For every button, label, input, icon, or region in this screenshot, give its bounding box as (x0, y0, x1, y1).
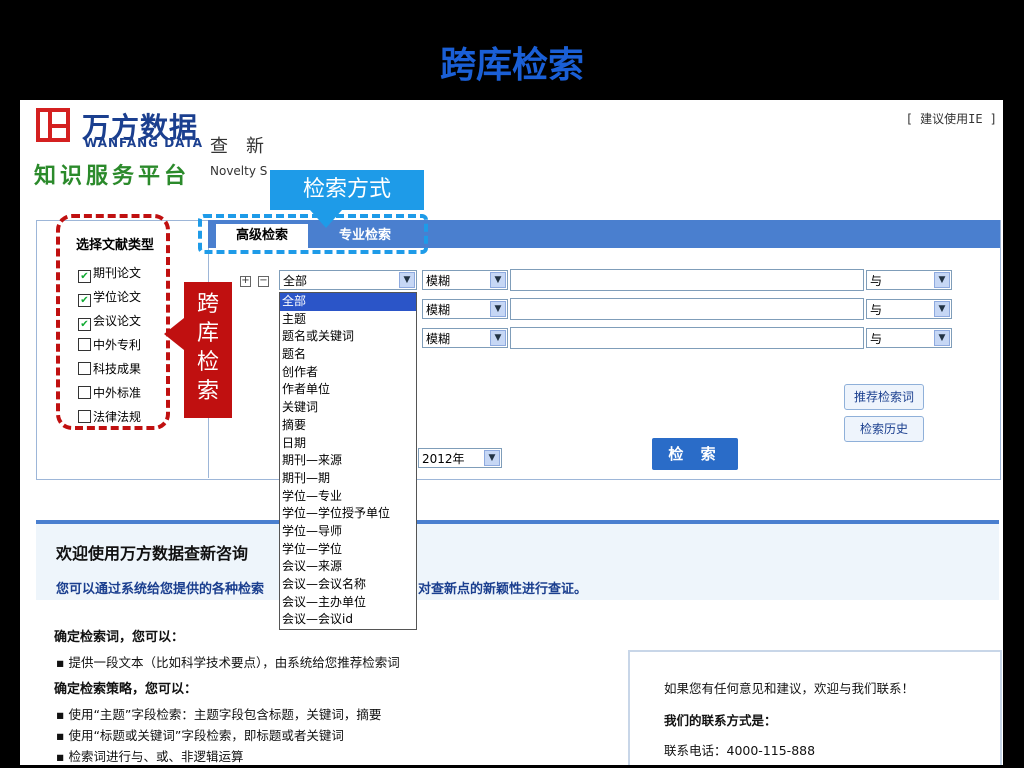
dropdown-option[interactable]: 摘要 (280, 417, 416, 435)
dropdown-option[interactable]: 创作者 (280, 364, 416, 382)
cross-db-callout: 跨 库 检 索 (184, 282, 232, 418)
dropdown-option[interactable]: 学位—专业 (280, 488, 416, 506)
expand-icon[interactable]: + (240, 276, 251, 287)
chevron-down-icon[interactable]: ▼ (934, 272, 950, 288)
field-dropdown-list[interactable]: 全部 主题 题名或关键词 题名 创作者 作者单位 关键词 摘要 日期 期刊—来源… (279, 292, 417, 630)
year-select[interactable]: 2012年 ▼ (418, 448, 502, 468)
field-select[interactable]: 全部 ▼ (279, 270, 417, 290)
search-input[interactable] (510, 298, 864, 320)
chevron-down-icon[interactable]: ▼ (490, 301, 506, 317)
dropdown-option[interactable]: 会议—主办单位 (280, 594, 416, 612)
callout-char: 索 (196, 379, 219, 404)
dropdown-option[interactable]: 学位—导师 (280, 523, 416, 541)
welcome-title: 欢迎使用万方数据查新咨询 (56, 544, 249, 563)
welcome-subtitle: 您可以通过系统给您提供的各种检索 (56, 582, 265, 597)
contact-intro: 如果您有任何意见和建议，欢迎与我们联系！ (664, 681, 915, 696)
logic-select[interactable]: 与 ▼ (866, 270, 952, 290)
callout-pointer (164, 318, 184, 350)
dropdown-option[interactable]: 题名或关键词 (280, 328, 416, 346)
search-button[interactable]: 检 索 (652, 438, 738, 470)
product-name-cn: 查新 (210, 136, 282, 157)
platform-name: 知识服务平台 (34, 163, 191, 189)
dropdown-option[interactable]: 关键词 (280, 399, 416, 417)
search-mode-callout: 检索方式 (270, 170, 424, 210)
guide-section-title: 确定检索策略，您可以： (54, 682, 198, 697)
collapse-icon[interactable]: − (258, 276, 269, 287)
logic-select[interactable]: 与 ▼ (866, 299, 952, 319)
chevron-down-icon[interactable]: ▼ (490, 330, 506, 346)
dropdown-option[interactable]: 主题 (280, 311, 416, 329)
dropdown-option[interactable]: 题名 (280, 346, 416, 364)
wanfang-logo-icon (36, 108, 70, 142)
recommend-terms-button[interactable]: 推荐检索词 (844, 384, 924, 410)
dropdown-option[interactable]: 学位—学位 (280, 541, 416, 559)
match-select[interactable]: 模糊 ▼ (422, 270, 508, 290)
dropdown-option[interactable]: 作者单位 (280, 381, 416, 399)
dropdown-option[interactable]: 期刊—期 (280, 470, 416, 488)
welcome-subtitle-end: 对查新点的新颖性进行查证。 (418, 582, 588, 597)
contact-phone: 联系电话：4000-115-888 (664, 743, 816, 758)
guide-item: 使用“主题”字段检索：主题字段包含标题，关键词，摘要 (56, 704, 381, 723)
dropdown-option[interactable]: 学位—学位授予单位 (280, 505, 416, 523)
dropdown-option[interactable]: 日期 (280, 435, 416, 453)
search-input[interactable] (510, 327, 864, 349)
logo-name-en: WANFANG DATA (84, 136, 204, 150)
slide-title: 跨库检索 (439, 45, 584, 86)
contact-title: 我们的联系方式是： (664, 713, 777, 728)
browser-screenshot: 万方数据 WANFANG DATA 知识服务平台 查新 Novelty S [ … (20, 100, 1003, 765)
callout-pointer (310, 210, 342, 228)
guide-item: 使用“标题或关键词”字段检索，即标题或者关键词 (56, 725, 343, 744)
callout-char: 跨 (196, 292, 219, 317)
chevron-down-icon[interactable]: ▼ (484, 450, 500, 466)
callout-char: 检 (196, 350, 219, 375)
chevron-down-icon[interactable]: ▼ (399, 272, 415, 288)
callout-char: 库 (196, 321, 219, 346)
chevron-down-icon[interactable]: ▼ (490, 272, 506, 288)
dropdown-option[interactable]: 期刊—来源 (280, 452, 416, 470)
dropdown-option[interactable]: 会议—来源 (280, 558, 416, 576)
dropdown-option[interactable]: 全部 (280, 293, 416, 311)
doc-type-highlight (56, 214, 170, 430)
match-select[interactable]: 模糊 ▼ (422, 299, 508, 319)
chevron-down-icon[interactable]: ▼ (934, 301, 950, 317)
search-input[interactable] (510, 269, 864, 291)
chevron-down-icon[interactable]: ▼ (934, 330, 950, 346)
browser-suggestion: [ 建议使用IE ] (905, 112, 997, 126)
logic-select[interactable]: 与 ▼ (866, 328, 952, 348)
search-history-button[interactable]: 检索历史 (844, 416, 924, 442)
dropdown-option[interactable]: 会议—会议id (280, 611, 416, 629)
guide-item: 提供一段文本（比如科学技术要点），由系统给您推荐检索词 (56, 652, 399, 671)
match-select[interactable]: 模糊 ▼ (422, 328, 508, 348)
guide-section-title: 确定检索词，您可以： (54, 630, 185, 645)
product-name-en: Novelty S (210, 164, 268, 178)
dropdown-option[interactable]: 会议—会议名称 (280, 576, 416, 594)
guide-item: 检索词进行与、或、非逻辑运算 (56, 746, 243, 765)
